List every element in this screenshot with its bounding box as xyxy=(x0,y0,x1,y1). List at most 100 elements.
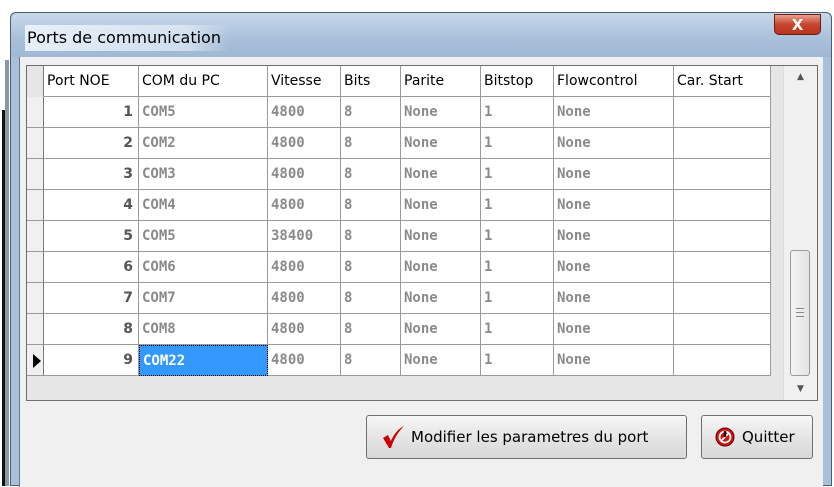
cell-car-start[interactable] xyxy=(674,283,771,314)
cell-parite[interactable]: None xyxy=(401,314,481,345)
cell-port-noe[interactable]: 2 xyxy=(44,128,139,159)
table-row[interactable]: 4 COM4 4800 8 None 1 None xyxy=(27,190,783,221)
cell-vitesse[interactable]: 4800 xyxy=(268,190,341,221)
cell-parite[interactable]: None xyxy=(401,345,481,376)
cell-port-noe[interactable]: 9 xyxy=(44,345,139,376)
table-row[interactable]: 7 COM7 4800 8 None 1 None xyxy=(27,283,783,314)
cell-parite[interactable]: None xyxy=(401,221,481,252)
cell-bitstop[interactable]: 1 xyxy=(481,252,554,283)
column-header-vitesse[interactable]: Vitesse xyxy=(268,66,341,97)
scroll-down-icon[interactable]: ▼ xyxy=(784,378,817,400)
row-selector[interactable] xyxy=(27,314,44,345)
cell-flowcontrol[interactable]: None xyxy=(554,159,674,190)
cell-bits[interactable]: 8 xyxy=(341,252,401,283)
row-selector[interactable] xyxy=(27,283,44,314)
table-row[interactable]: 5 COM5 38400 8 None 1 None xyxy=(27,221,783,252)
cell-car-start[interactable] xyxy=(674,190,771,221)
cell-bits[interactable]: 8 xyxy=(341,221,401,252)
cell-flowcontrol[interactable]: None xyxy=(554,314,674,345)
cell-com-du-pc[interactable]: COM6 xyxy=(139,252,268,283)
cell-bitstop[interactable]: 1 xyxy=(481,159,554,190)
cell-car-start[interactable] xyxy=(674,159,771,190)
cell-bitstop[interactable]: 1 xyxy=(481,283,554,314)
cell-bitstop[interactable]: 1 xyxy=(481,97,554,128)
cell-bitstop[interactable]: 1 xyxy=(481,314,554,345)
cell-com-du-pc[interactable]: COM4 xyxy=(139,190,268,221)
cell-bits[interactable]: 8 xyxy=(341,283,401,314)
cell-bits[interactable]: 8 xyxy=(341,190,401,221)
cell-parite[interactable]: None xyxy=(401,190,481,221)
column-header-port-noe[interactable]: Port NOE xyxy=(44,66,139,97)
cell-com-du-pc[interactable]: COM5 xyxy=(139,97,268,128)
cell-bits[interactable]: 8 xyxy=(341,159,401,190)
cell-car-start[interactable] xyxy=(674,252,771,283)
cell-car-start[interactable] xyxy=(674,221,771,252)
cell-parite[interactable]: None xyxy=(401,283,481,314)
cell-bits[interactable]: 8 xyxy=(341,128,401,159)
cell-flowcontrol[interactable]: None xyxy=(554,283,674,314)
cell-bitstop[interactable]: 1 xyxy=(481,221,554,252)
cell-bits[interactable]: 8 xyxy=(341,345,401,376)
cell-car-start[interactable] xyxy=(674,128,771,159)
cell-port-noe[interactable]: 3 xyxy=(44,159,139,190)
table-row[interactable]: 8 COM8 4800 8 None 1 None xyxy=(27,314,783,345)
row-selector[interactable] xyxy=(27,252,44,283)
cell-com-du-pc[interactable]: COM8 xyxy=(139,314,268,345)
row-selector[interactable] xyxy=(27,159,44,190)
cell-flowcontrol[interactable]: None xyxy=(554,221,674,252)
column-header-flowcontrol[interactable]: Flowcontrol xyxy=(554,66,674,97)
cell-vitesse[interactable]: 4800 xyxy=(268,314,341,345)
cell-com-du-pc[interactable]: COM5 xyxy=(139,221,268,252)
column-header-car-start[interactable]: Car. Start xyxy=(674,66,771,97)
modify-port-button[interactable]: Modifier les parametres du port xyxy=(366,415,687,459)
scroll-up-icon[interactable]: ▲ xyxy=(784,66,817,88)
table-row[interactable]: 9 COM22 4800 8 None 1 None xyxy=(27,345,783,376)
cell-vitesse[interactable]: 4800 xyxy=(268,128,341,159)
scrollbar-thumb[interactable] xyxy=(790,250,810,376)
cell-bits[interactable]: 8 xyxy=(341,314,401,345)
cell-port-noe[interactable]: 1 xyxy=(44,97,139,128)
table-row[interactable]: 2 COM2 4800 8 None 1 None xyxy=(27,128,783,159)
row-selector[interactable] xyxy=(27,97,44,128)
column-header-parite[interactable]: Parite xyxy=(401,66,481,97)
title-bar[interactable]: Ports de communication X xyxy=(11,13,831,57)
cell-flowcontrol[interactable]: None xyxy=(554,345,674,376)
cell-car-start[interactable] xyxy=(674,314,771,345)
cell-vitesse[interactable]: 4800 xyxy=(268,345,341,376)
table-row[interactable]: 3 COM3 4800 8 None 1 None xyxy=(27,159,783,190)
row-selector[interactable] xyxy=(27,345,44,376)
cell-com-du-pc-selected[interactable]: COM22 xyxy=(139,345,268,376)
cell-vitesse[interactable]: 4800 xyxy=(268,97,341,128)
cell-flowcontrol[interactable]: None xyxy=(554,252,674,283)
cell-bitstop[interactable]: 1 xyxy=(481,190,554,221)
quit-button[interactable]: Quitter xyxy=(701,415,813,459)
vertical-scrollbar[interactable]: ▲ ▼ xyxy=(783,66,817,400)
column-header-bits[interactable]: Bits xyxy=(341,66,401,97)
cell-vitesse[interactable]: 4800 xyxy=(268,283,341,314)
cell-bits[interactable]: 8 xyxy=(341,97,401,128)
cell-car-start[interactable] xyxy=(674,345,771,376)
cell-parite[interactable]: None xyxy=(401,128,481,159)
column-header-com-du-pc[interactable]: COM du PC xyxy=(139,66,268,97)
cell-port-noe[interactable]: 4 xyxy=(44,190,139,221)
cell-bitstop[interactable]: 1 xyxy=(481,128,554,159)
cell-parite[interactable]: None xyxy=(401,97,481,128)
cell-com-du-pc[interactable]: COM3 xyxy=(139,159,268,190)
row-selector[interactable] xyxy=(27,128,44,159)
cell-parite[interactable]: None xyxy=(401,159,481,190)
cell-port-noe[interactable]: 8 xyxy=(44,314,139,345)
cell-port-noe[interactable]: 7 xyxy=(44,283,139,314)
column-header-bitstop[interactable]: Bitstop xyxy=(481,66,554,97)
cell-vitesse[interactable]: 38400 xyxy=(268,221,341,252)
cell-port-noe[interactable]: 5 xyxy=(44,221,139,252)
cell-flowcontrol[interactable]: None xyxy=(554,97,674,128)
cell-com-du-pc[interactable]: COM7 xyxy=(139,283,268,314)
cell-bitstop[interactable]: 1 xyxy=(481,345,554,376)
row-selector[interactable] xyxy=(27,221,44,252)
cell-port-noe[interactable]: 6 xyxy=(44,252,139,283)
cell-com-du-pc[interactable]: COM2 xyxy=(139,128,268,159)
table-row[interactable]: 6 COM6 4800 8 None 1 None xyxy=(27,252,783,283)
cell-parite[interactable]: None xyxy=(401,252,481,283)
close-button[interactable]: X xyxy=(774,14,821,35)
row-selector[interactable] xyxy=(27,190,44,221)
